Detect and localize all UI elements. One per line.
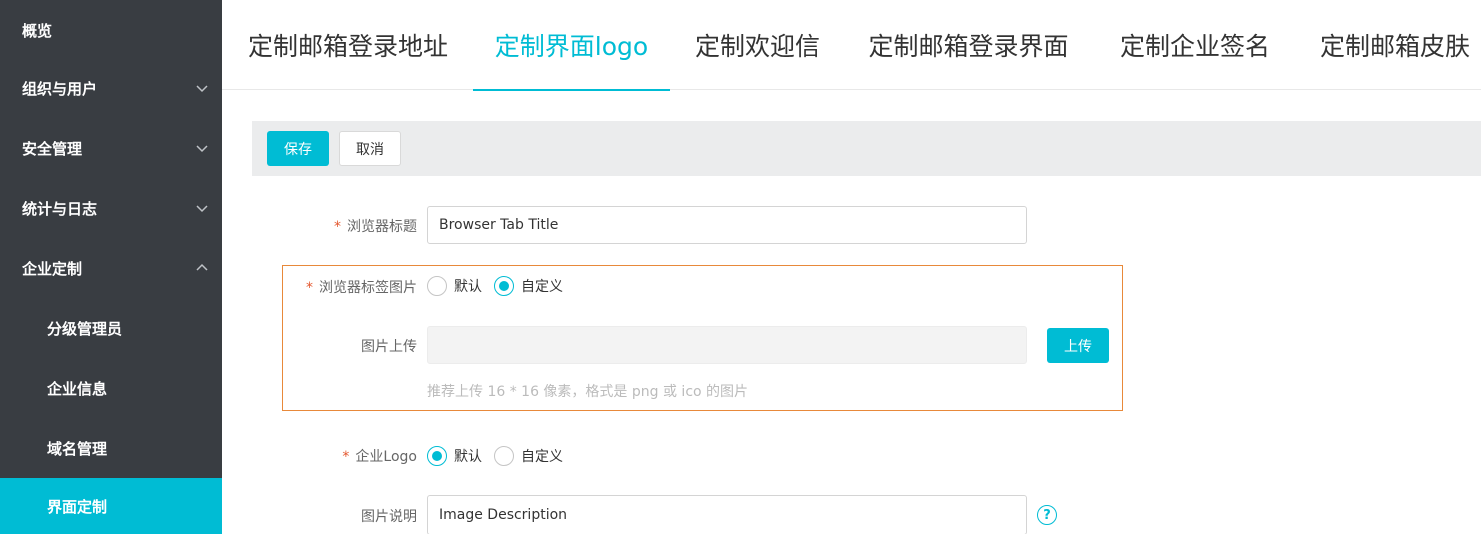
image-desc-label: 图片说明	[361, 509, 417, 525]
logo-radio-default[interactable]	[427, 446, 447, 466]
sidebar-item-label: 企业定制	[22, 259, 83, 278]
sidebar-item-label: 组织与用户	[22, 79, 98, 98]
sidebar-item-label: 统计与日志	[22, 199, 98, 218]
radio-label: 自定义	[521, 279, 563, 295]
chevron-down-icon	[194, 140, 210, 156]
upload-button[interactable]: 上传	[1047, 328, 1109, 363]
sidebar-item-ui-custom[interactable]: 界面定制	[0, 478, 222, 534]
required-mark: *	[334, 219, 341, 235]
radio-label: 自定义	[521, 449, 563, 465]
enterprise-logo-label: * 企业Logo	[342, 446, 417, 466]
required-mark: *	[306, 280, 313, 296]
sidebar-item-label: 安全管理	[22, 139, 83, 158]
sidebar-item-stats-logs[interactable]: 统计与日志	[0, 178, 222, 238]
sidebar-item-label: 企业信息	[47, 379, 108, 398]
tab-login-url[interactable]: 定制邮箱登录地址	[248, 0, 448, 90]
enterprise-logo-label-text: 企业Logo	[355, 449, 417, 465]
question-circle-icon[interactable]: ?	[1037, 505, 1057, 525]
tab-enterprise-signature[interactable]: 定制企业签名	[1119, 0, 1271, 90]
image-upload-label: 图片上传	[361, 339, 417, 355]
sidebar-item-label: 概览	[22, 21, 53, 40]
upload-hint: 推荐上传 16 * 16 像素，格式是 png 或 ico 的图片	[427, 384, 749, 400]
tab-label: 定制邮箱登录界面	[868, 32, 1069, 61]
sidebar-item-enterprise-custom[interactable]: 企业定制	[0, 238, 222, 298]
chevron-down-icon	[194, 80, 210, 96]
browser-title-label: * 浏览器标题	[334, 216, 417, 236]
tab-icon-label-text: 浏览器标签图片	[319, 280, 417, 296]
sidebar-item-label: 分级管理员	[47, 319, 123, 338]
required-mark: *	[342, 449, 350, 465]
tab-icon-label: * 浏览器标签图片	[306, 277, 417, 297]
enterprise-logo-radio-group: 默认 自定义	[427, 446, 575, 466]
tab-bar: 定制邮箱登录地址 定制界面logo 定制欢迎信 定制邮箱登录界面 定制企业签名 …	[222, 0, 1481, 91]
tab-welcome-letter[interactable]: 定制欢迎信	[695, 0, 820, 90]
tab-label: 定制邮箱登录地址	[248, 32, 449, 61]
sidebar-item-enterprise-info[interactable]: 企业信息	[0, 358, 222, 418]
tab-label: 定制邮箱皮肤	[1319, 32, 1470, 61]
tab-icon-radio-group: 默认 自定义	[427, 276, 575, 296]
tab-mailbox-skin[interactable]: 定制邮箱皮肤	[1319, 0, 1471, 90]
sidebar-item-domain-mgmt[interactable]: 域名管理	[0, 418, 222, 478]
chevron-down-icon	[194, 200, 210, 216]
sidebar: 概览 组织与用户 安全管理 统计与日志 企业定制 分级管理员 企业信息 域名管理…	[0, 0, 222, 534]
browser-title-input[interactable]: Browser Tab Title	[427, 206, 1027, 244]
cancel-button[interactable]: 取消	[339, 131, 401, 166]
sidebar-item-label: 界面定制	[47, 497, 108, 516]
browser-title-label-text: 浏览器标题	[347, 219, 417, 235]
logo-radio-custom[interactable]	[494, 446, 514, 466]
sidebar-item-sub-admins[interactable]: 分级管理员	[0, 298, 222, 358]
tab-label: 定制欢迎信	[695, 32, 821, 61]
radio-label: 默认	[454, 449, 482, 465]
sidebar-item-security[interactable]: 安全管理	[0, 118, 222, 178]
action-toolbar: 保存 取消	[252, 121, 1481, 176]
tab-ui-logo[interactable]: 定制界面logo	[473, 0, 670, 91]
save-button[interactable]: 保存	[267, 131, 329, 166]
tab-label: 定制界面logo	[494, 32, 649, 61]
image-upload-field	[427, 326, 1027, 364]
tab-icon-radio-custom[interactable]	[494, 276, 514, 296]
tab-icon-radio-default[interactable]	[427, 276, 447, 296]
sidebar-item-label: 域名管理	[47, 439, 108, 458]
tab-login-page[interactable]: 定制邮箱登录界面	[868, 0, 1069, 90]
tab-label: 定制企业签名	[1119, 32, 1270, 61]
image-desc-input[interactable]: Image Description	[427, 495, 1027, 534]
sidebar-item-overview[interactable]: 概览	[0, 0, 222, 60]
chevron-up-icon	[194, 260, 210, 276]
radio-label: 默认	[454, 279, 482, 295]
sidebar-item-org-users[interactable]: 组织与用户	[0, 58, 222, 118]
